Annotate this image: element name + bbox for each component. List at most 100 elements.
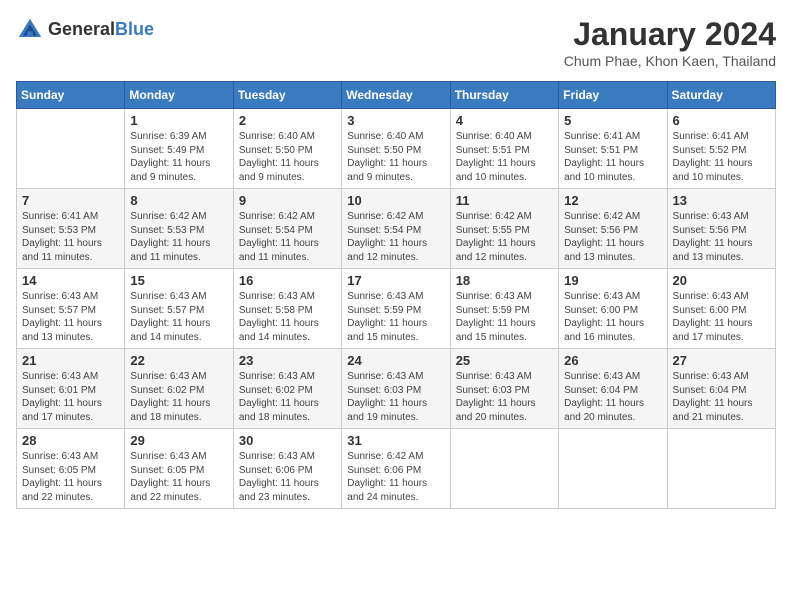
- day-info: Sunrise: 6:43 AMSunset: 6:02 PMDaylight:…: [130, 370, 227, 424]
- calendar-cell: 13Sunrise: 6:43 AMSunset: 5:56 PMDayligh…: [667, 189, 775, 269]
- day-number: 24: [347, 353, 444, 368]
- day-number: 6: [673, 113, 770, 128]
- day-number: 3: [347, 113, 444, 128]
- day-info: Sunrise: 6:41 AMSunset: 5:53 PMDaylight:…: [22, 210, 119, 264]
- calendar-cell: 15Sunrise: 6:43 AMSunset: 5:57 PMDayligh…: [125, 269, 233, 349]
- day-info: Sunrise: 6:43 AMSunset: 5:57 PMDaylight:…: [22, 290, 119, 344]
- col-tuesday: Tuesday: [233, 82, 341, 109]
- day-number: 9: [239, 193, 336, 208]
- day-number: 8: [130, 193, 227, 208]
- day-info: Sunrise: 6:43 AMSunset: 6:00 PMDaylight:…: [564, 290, 661, 344]
- calendar-cell: 8 Sunrise: 6:42 AMSunset: 5:53 PMDaylight…: [125, 189, 233, 269]
- day-number: 5: [564, 113, 661, 128]
- calendar-cell: 11 Sunrise: 6:42 AMSunset: 5:55 PMDayligh…: [450, 189, 558, 269]
- day-info: Sunrise: 6:42 AMSunset: 5:54 PMDaylight:…: [347, 210, 444, 264]
- calendar-cell: 20Sunrise: 6:43 AMSunset: 6:00 PMDayligh…: [667, 269, 775, 349]
- day-number: 17: [347, 273, 444, 288]
- day-number: 12: [564, 193, 661, 208]
- day-info: Sunrise: 6:43 AMSunset: 5:56 PMDaylight:…: [673, 210, 770, 264]
- day-info: Sunrise: 6:41 AMSunset: 5:51 PMDaylight:…: [564, 130, 661, 184]
- day-number: 14: [22, 273, 119, 288]
- day-info: Sunrise: 6:43 AMSunset: 6:04 PMDaylight:…: [673, 370, 770, 424]
- calendar-cell: 31Sunrise: 6:42 AMSunset: 6:06 PMDayligh…: [342, 429, 450, 509]
- day-number: 16: [239, 273, 336, 288]
- calendar-cell: 27 Sunrise: 6:43 AMSunset: 6:04 PMDayligh…: [667, 349, 775, 429]
- day-info: Sunrise: 6:43 AMSunset: 6:03 PMDaylight:…: [347, 370, 444, 424]
- day-info: Sunrise: 6:43 AMSunset: 6:04 PMDaylight:…: [564, 370, 661, 424]
- day-number: 19: [564, 273, 661, 288]
- calendar-cell: 24 Sunrise: 6:43 AMSunset: 6:03 PMDayligh…: [342, 349, 450, 429]
- day-number: 20: [673, 273, 770, 288]
- col-thursday: Thursday: [450, 82, 558, 109]
- day-number: 18: [456, 273, 553, 288]
- day-info: Sunrise: 6:43 AMSunset: 6:02 PMDaylight:…: [239, 370, 336, 424]
- day-info: Sunrise: 6:43 AMSunset: 6:06 PMDaylight:…: [239, 450, 336, 504]
- day-info: Sunrise: 6:42 AMSunset: 5:54 PMDaylight:…: [239, 210, 336, 264]
- calendar-cell: 7 Sunrise: 6:41 AMSunset: 5:53 PMDaylight…: [17, 189, 125, 269]
- col-wednesday: Wednesday: [342, 82, 450, 109]
- day-info: Sunrise: 6:43 AMSunset: 6:03 PMDaylight:…: [456, 370, 553, 424]
- day-info: Sunrise: 6:40 AMSunset: 5:51 PMDaylight:…: [456, 130, 553, 184]
- calendar-cell: 4 Sunrise: 6:40 AMSunset: 5:51 PMDaylight…: [450, 109, 558, 189]
- calendar-cell: 22 Sunrise: 6:43 AMSunset: 6:02 PMDayligh…: [125, 349, 233, 429]
- day-info: Sunrise: 6:43 AMSunset: 6:05 PMDaylight:…: [130, 450, 227, 504]
- day-info: Sunrise: 6:43 AMSunset: 5:59 PMDaylight:…: [456, 290, 553, 344]
- calendar-cell: 25 Sunrise: 6:43 AMSunset: 6:03 PMDayligh…: [450, 349, 558, 429]
- day-number: 25: [456, 353, 553, 368]
- day-number: 4: [456, 113, 553, 128]
- logo-blue: Blue: [115, 20, 154, 40]
- calendar-cell: 19 Sunrise: 6:43 AMSunset: 6:00 PMDayligh…: [559, 269, 667, 349]
- calendar-cell: 2 Sunrise: 6:40 AMSunset: 5:50 PMDaylight…: [233, 109, 341, 189]
- calendar-cell: 16Sunrise: 6:43 AMSunset: 5:58 PMDayligh…: [233, 269, 341, 349]
- calendar-cell: 29 Sunrise: 6:43 AMSunset: 6:05 PMDayligh…: [125, 429, 233, 509]
- logo: General Blue: [16, 16, 154, 44]
- day-info: Sunrise: 6:43 AMSunset: 6:01 PMDaylight:…: [22, 370, 119, 424]
- calendar-cell: [559, 429, 667, 509]
- col-monday: Monday: [125, 82, 233, 109]
- week-row-2: 7 Sunrise: 6:41 AMSunset: 5:53 PMDaylight…: [17, 189, 776, 269]
- day-number: 27: [673, 353, 770, 368]
- day-number: 11: [456, 193, 553, 208]
- calendar-cell: 9 Sunrise: 6:42 AMSunset: 5:54 PMDaylight…: [233, 189, 341, 269]
- day-number: 21: [22, 353, 119, 368]
- col-friday: Friday: [559, 82, 667, 109]
- calendar-cell: 30 Sunrise: 6:43 AMSunset: 6:06 PMDayligh…: [233, 429, 341, 509]
- week-row-5: 28 Sunrise: 6:43 AMSunset: 6:05 PMDayligh…: [17, 429, 776, 509]
- day-info: Sunrise: 6:42 AMSunset: 5:53 PMDaylight:…: [130, 210, 227, 264]
- day-number: 2: [239, 113, 336, 128]
- week-row-1: 1 Sunrise: 6:39 AMSunset: 5:49 PMDaylight…: [17, 109, 776, 189]
- day-number: 28: [22, 433, 119, 448]
- week-row-4: 21 Sunrise: 6:43 AMSunset: 6:01 PMDayligh…: [17, 349, 776, 429]
- calendar-cell: 28 Sunrise: 6:43 AMSunset: 6:05 PMDayligh…: [17, 429, 125, 509]
- header-row: Sunday Monday Tuesday Wednesday Thursday…: [17, 82, 776, 109]
- day-number: 1: [130, 113, 227, 128]
- calendar-cell: 1 Sunrise: 6:39 AMSunset: 5:49 PMDaylight…: [125, 109, 233, 189]
- logo-icon: [16, 16, 44, 44]
- title-block: January 2024 Chum Phae, Khon Kaen, Thail…: [564, 16, 776, 69]
- calendar-cell: [450, 429, 558, 509]
- calendar-table: Sunday Monday Tuesday Wednesday Thursday…: [16, 81, 776, 509]
- calendar-cell: 10 Sunrise: 6:42 AMSunset: 5:54 PMDayligh…: [342, 189, 450, 269]
- day-number: 7: [22, 193, 119, 208]
- calendar-cell: 6Sunrise: 6:41 AMSunset: 5:52 PMDaylight…: [667, 109, 775, 189]
- col-saturday: Saturday: [667, 82, 775, 109]
- day-info: Sunrise: 6:43 AMSunset: 6:05 PMDaylight:…: [22, 450, 119, 504]
- day-number: 31: [347, 433, 444, 448]
- day-number: 26: [564, 353, 661, 368]
- calendar-cell: 18 Sunrise: 6:43 AMSunset: 5:59 PMDayligh…: [450, 269, 558, 349]
- day-number: 10: [347, 193, 444, 208]
- calendar-cell: 14 Sunrise: 6:43 AMSunset: 5:57 PMDayligh…: [17, 269, 125, 349]
- day-number: 29: [130, 433, 227, 448]
- calendar-cell: 26 Sunrise: 6:43 AMSunset: 6:04 PMDayligh…: [559, 349, 667, 429]
- day-info: Sunrise: 6:42 AMSunset: 5:55 PMDaylight:…: [456, 210, 553, 264]
- calendar-cell: 23Sunrise: 6:43 AMSunset: 6:02 PMDayligh…: [233, 349, 341, 429]
- day-info: Sunrise: 6:40 AMSunset: 5:50 PMDaylight:…: [239, 130, 336, 184]
- day-info: Sunrise: 6:40 AMSunset: 5:50 PMDaylight:…: [347, 130, 444, 184]
- calendar-title: January 2024: [564, 16, 776, 53]
- day-info: Sunrise: 6:42 AMSunset: 5:56 PMDaylight:…: [564, 210, 661, 264]
- calendar-cell: 5 Sunrise: 6:41 AMSunset: 5:51 PMDaylight…: [559, 109, 667, 189]
- day-info: Sunrise: 6:39 AMSunset: 5:49 PMDaylight:…: [130, 130, 227, 184]
- day-number: 22: [130, 353, 227, 368]
- day-number: 15: [130, 273, 227, 288]
- day-number: 30: [239, 433, 336, 448]
